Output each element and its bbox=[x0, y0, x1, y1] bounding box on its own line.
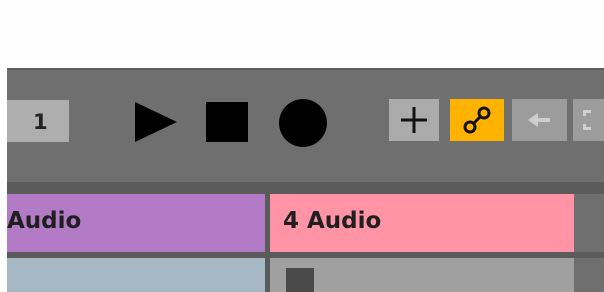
clip-slot[interactable] bbox=[270, 258, 574, 292]
track-name: 4 Audio bbox=[283, 208, 382, 234]
arrow-left-icon bbox=[527, 113, 550, 127]
track-header-audio[interactable]: Audio bbox=[7, 194, 265, 252]
play-icon bbox=[135, 102, 177, 142]
transport-bar: 1 bbox=[7, 70, 604, 182]
add-button[interactable] bbox=[389, 99, 439, 141]
plus-icon bbox=[401, 107, 427, 133]
track-header-4-audio[interactable]: 4 Audio bbox=[270, 194, 574, 252]
back-to-arrangement-button[interactable] bbox=[512, 99, 567, 141]
play-button[interactable] bbox=[131, 102, 177, 142]
link-button[interactable] bbox=[450, 99, 504, 141]
link-icon bbox=[463, 106, 491, 134]
section-divider bbox=[7, 182, 604, 194]
clip-slot[interactable] bbox=[7, 258, 265, 292]
bar-position-value: 1 bbox=[33, 110, 48, 134]
bracket-icon bbox=[583, 110, 591, 130]
overdub-button[interactable] bbox=[573, 99, 604, 141]
stop-icon bbox=[206, 102, 248, 142]
bar-position-field[interactable]: 1 bbox=[7, 100, 69, 142]
window-top-area bbox=[0, 0, 604, 68]
record-icon bbox=[279, 99, 327, 147]
record-button[interactable] bbox=[278, 98, 328, 148]
track-area-right bbox=[574, 194, 604, 252]
clip-stop-icon[interactable] bbox=[286, 268, 314, 292]
track-name: Audio bbox=[7, 208, 82, 234]
stop-button[interactable] bbox=[206, 102, 248, 142]
